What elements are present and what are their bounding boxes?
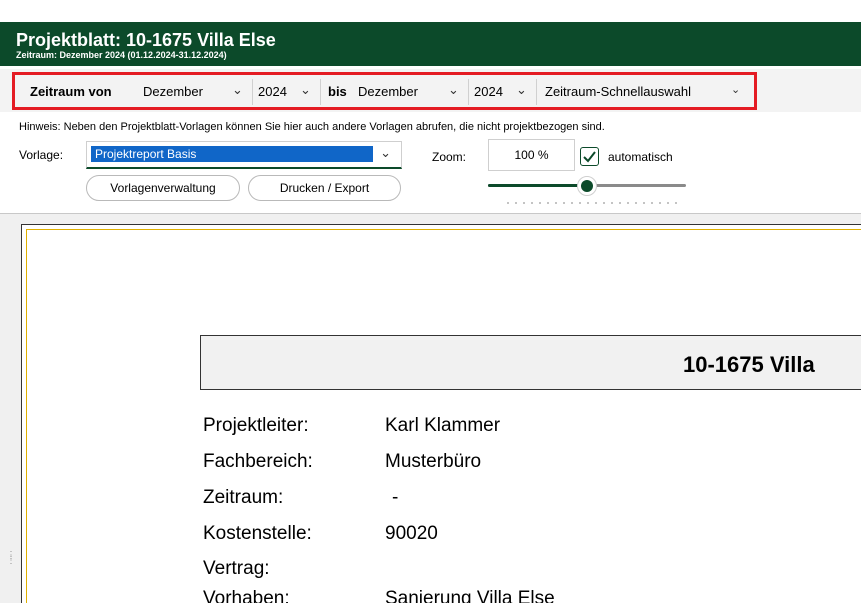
field-label: Vorhaben: xyxy=(203,588,290,603)
from-month-select[interactable]: Dezember xyxy=(143,84,203,99)
from-year-select[interactable]: 2024 xyxy=(258,84,287,99)
auto-zoom-label: automatisch xyxy=(608,150,673,164)
field-value: Sanierung Villa Else xyxy=(385,588,555,603)
chevron-down-icon[interactable]: ⌄ xyxy=(516,82,527,98)
field-label: Zeitraum: xyxy=(203,487,284,508)
field-value: Musterbüro xyxy=(385,451,482,472)
zoom-slider-thumb[interactable] xyxy=(577,176,597,196)
to-month-select[interactable]: Dezember xyxy=(358,84,418,99)
field-value: - xyxy=(392,487,399,508)
chevron-down-icon[interactable]: ⌄ xyxy=(448,82,459,98)
to-year-select[interactable]: 2024 xyxy=(474,84,503,99)
zoom-label: Zoom: xyxy=(432,150,467,164)
zoom-slider-ticks xyxy=(504,202,678,204)
zoom-slider-fill xyxy=(488,184,587,187)
field-value: 90020 xyxy=(385,523,438,544)
period-from-label: Zeitraum von xyxy=(30,84,112,99)
period-to-label: bis xyxy=(328,84,347,99)
template-select-value: Projektreport Basis xyxy=(91,146,373,162)
page-title: Projektblatt: 10-1675 Villa Else xyxy=(16,30,276,50)
quick-select-dropdown[interactable]: Zeitraum-Schnellauswahl xyxy=(545,84,691,99)
checkmark-icon xyxy=(583,151,596,163)
chevron-down-icon[interactable]: ⌄ xyxy=(300,82,311,98)
hint-text: Hinweis: Neben den Projektblatt-Vorlagen… xyxy=(19,121,605,133)
zoom-input[interactable]: 100 % xyxy=(488,139,575,171)
print-export-button[interactable]: Drucken / Export xyxy=(248,175,401,201)
template-label: Vorlage: xyxy=(19,148,64,162)
page-header: Projektblatt: 10-1675 Villa Else Zeitrau… xyxy=(0,22,861,66)
separator xyxy=(320,79,321,105)
window-top-strip xyxy=(0,0,861,22)
manage-templates-button[interactable]: Vorlagenverwaltung xyxy=(86,175,240,201)
report-title-box: 10-1675 Villa xyxy=(200,335,861,390)
slider-thumb-dot xyxy=(581,180,593,192)
template-select[interactable]: Projektreport Basis ⌄ xyxy=(86,141,402,169)
field-label: Kostenstelle: xyxy=(203,523,312,544)
auto-zoom-checkbox[interactable] xyxy=(580,147,599,166)
resize-grip-icon[interactable]: ⋮ ⋮ xyxy=(6,551,16,566)
chevron-down-icon[interactable]: ⌄ xyxy=(380,145,391,161)
separator xyxy=(536,79,537,105)
separator xyxy=(252,79,253,105)
field-label: Fachbereich: xyxy=(203,451,313,472)
chevron-down-icon[interactable]: ⌄ xyxy=(232,82,243,98)
period-selector: Zeitraum von Dezember ⌄ 2024 ⌄ bis Dezem… xyxy=(12,72,757,110)
field-label: Vertrag: xyxy=(203,558,270,579)
page-subtitle: Zeitraum: Dezember 2024 (01.12.2024-31.1… xyxy=(16,50,227,60)
separator xyxy=(468,79,469,105)
field-label: Projektleiter: xyxy=(203,415,309,436)
chevron-down-icon[interactable]: ⌄ xyxy=(731,83,740,96)
report-title: 10-1675 Villa xyxy=(683,352,815,377)
field-value: Karl Klammer xyxy=(385,415,501,436)
